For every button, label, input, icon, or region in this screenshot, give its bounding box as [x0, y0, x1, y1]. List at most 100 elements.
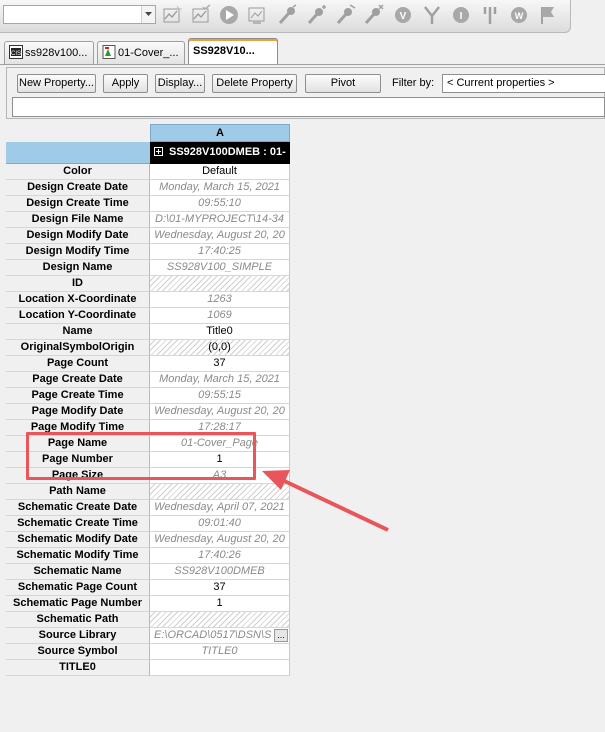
toolbar-combo[interactable]	[3, 5, 156, 24]
property-value[interactable]: 09:01:40	[150, 516, 290, 532]
property-value[interactable]: Monday, March 15, 2021	[150, 372, 290, 388]
property-value[interactable]: D:\01-MYPROJECT\14-34	[150, 212, 290, 228]
table-row[interactable]: Schematic Page Number 1	[6, 596, 290, 612]
table-row[interactable]: Design Modify Time 17:40:25	[6, 244, 290, 260]
table-row[interactable]: Design Create Date Monday, March 15, 2021	[6, 180, 290, 196]
table-row[interactable]: Schematic Path	[6, 612, 290, 628]
table-row[interactable]: Path Name	[6, 484, 290, 500]
table-row[interactable]: Page Modify Date Wednesday, August 20, 20	[6, 404, 290, 420]
voltage-level-icon[interactable]	[421, 4, 443, 26]
tab-property-editor[interactable]: SS928V10...	[188, 38, 278, 65]
property-value[interactable]: TITLE0	[150, 644, 290, 660]
filter-select[interactable]: < Current properties >	[442, 74, 605, 93]
table-row[interactable]: Schematic Modify Date Wednesday, August 2…	[6, 532, 290, 548]
property-name[interactable]: Schematic Path	[6, 612, 150, 628]
property-name[interactable]: Schematic Page Count	[6, 580, 150, 596]
pivot-button[interactable]: Pivot	[305, 74, 381, 93]
chevron-down-icon[interactable]	[141, 6, 155, 23]
table-row[interactable]: Schematic Modify Time 17:40:26	[6, 548, 290, 564]
property-name[interactable]: Schematic Modify Time	[6, 548, 150, 564]
table-row[interactable]: Design Create Time 09:55:10	[6, 196, 290, 212]
property-name[interactable]: Location Y-Coordinate	[6, 308, 150, 324]
graph-icon[interactable]	[161, 4, 183, 26]
property-name[interactable]: Source Symbol	[6, 644, 150, 660]
property-name[interactable]: Page Create Date	[6, 372, 150, 388]
property-value[interactable]: 1	[150, 596, 290, 612]
table-row[interactable]: Page Count 37	[6, 356, 290, 372]
property-value-input[interactable]	[12, 97, 605, 117]
property-value[interactable]: Monday, March 15, 2021	[150, 180, 290, 196]
property-name[interactable]: Schematic Create Date	[6, 500, 150, 516]
v-marker-icon[interactable]: V	[392, 4, 414, 26]
table-row[interactable]: Design File Name D:\01-MYPROJECT\14-34	[6, 212, 290, 228]
property-value[interactable]: Wednesday, April 07, 2021	[150, 500, 290, 516]
table-row[interactable]: ID	[6, 276, 290, 292]
property-value[interactable]: 17:40:25	[150, 244, 290, 260]
play-icon[interactable]	[218, 4, 240, 26]
property-value[interactable]: (0,0)	[150, 340, 290, 356]
property-value[interactable]: 37	[150, 356, 290, 372]
table-row[interactable]: Page Create Date Monday, March 15, 2021	[6, 372, 290, 388]
property-value[interactable]: E:\ORCAD\0517\DSN\S...	[150, 628, 290, 644]
table-row[interactable]: Source Library E:\ORCAD\0517\DSN\S...	[6, 628, 290, 644]
property-name[interactable]: Color	[6, 164, 150, 180]
tab-cover-page[interactable]: 01-Cover_...	[97, 41, 185, 64]
delete-property-button[interactable]: Delete Property	[212, 74, 297, 93]
property-name[interactable]: Path Name	[6, 484, 150, 500]
new-property-button[interactable]: New Property...	[17, 74, 96, 93]
w-marker-icon[interactable]: W	[508, 4, 530, 26]
property-name[interactable]: Schematic Page Number	[6, 596, 150, 612]
property-value[interactable]: 1263	[150, 292, 290, 308]
probe-add-icon[interactable]	[305, 4, 327, 26]
table-row[interactable]: Design Name SS928V100_SIMPLE	[6, 260, 290, 276]
property-value[interactable]: 1069	[150, 308, 290, 324]
property-value[interactable]: 09:55:10	[150, 196, 290, 212]
property-name[interactable]: Name	[6, 324, 150, 340]
property-name[interactable]: Page Modify Date	[6, 404, 150, 420]
display-button[interactable]: Display...	[155, 74, 205, 93]
property-value[interactable]: 17:40:26	[150, 548, 290, 564]
table-row[interactable]: Source Symbol TITLE0	[6, 644, 290, 660]
probe-delete-icon[interactable]	[362, 4, 384, 26]
table-row[interactable]: Color Default	[6, 164, 290, 180]
property-value[interactable]: Wednesday, August 20, 20	[150, 404, 290, 420]
table-row[interactable]: Schematic Create Date Wednesday, April 07…	[6, 500, 290, 516]
property-value[interactable]: Title0	[150, 324, 290, 340]
property-name[interactable]: Design File Name	[6, 212, 150, 228]
table-row[interactable]: OriginalSymbolOrigin (0,0)	[6, 340, 290, 356]
property-name[interactable]: ID	[6, 276, 150, 292]
property-value[interactable]	[150, 612, 290, 628]
table-row[interactable]: Location Y-Coordinate 1069	[6, 308, 290, 324]
property-value[interactable]: 09:55:15	[150, 388, 290, 404]
property-name[interactable]: Design Name	[6, 260, 150, 276]
flag-icon[interactable]	[537, 4, 559, 26]
property-name[interactable]: Design Modify Time	[6, 244, 150, 260]
property-name[interactable]: Location X-Coordinate	[6, 292, 150, 308]
table-row[interactable]: Schematic Page Count 37	[6, 580, 290, 596]
property-name[interactable]: Design Create Date	[6, 180, 150, 196]
table-row[interactable]: Name Title0	[6, 324, 290, 340]
probe-edit-icon[interactable]	[334, 4, 356, 26]
table-row[interactable]: Design Modify Date Wednesday, August 20, …	[6, 228, 290, 244]
table-row[interactable]: TITLE0	[6, 660, 290, 676]
property-value[interactable]: Wednesday, August 20, 20	[150, 228, 290, 244]
property-value[interactable]: Wednesday, August 20, 20	[150, 532, 290, 548]
property-value[interactable]	[150, 276, 290, 292]
property-name[interactable]: OriginalSymbolOrigin	[6, 340, 150, 356]
table-row[interactable]: Schematic Name SS928V100DMEB	[6, 564, 290, 580]
browse-ellipsis-button[interactable]: ...	[274, 629, 288, 642]
current-level-icon[interactable]	[479, 4, 501, 26]
table-row[interactable]: Schematic Create Time 09:01:40	[6, 516, 290, 532]
property-name[interactable]: Page Create Time	[6, 388, 150, 404]
property-name[interactable]: Page Count	[6, 356, 150, 372]
property-value[interactable]: SS928V100_SIMPLE	[150, 260, 290, 276]
property-value[interactable]	[150, 660, 290, 676]
probe-icon[interactable]	[276, 4, 298, 26]
property-name[interactable]: Schematic Name	[6, 564, 150, 580]
apply-button[interactable]: Apply	[103, 74, 148, 93]
property-name[interactable]: Schematic Create Time	[6, 516, 150, 532]
property-value[interactable]	[150, 484, 290, 500]
property-value[interactable]: SS928V100DMEB	[150, 564, 290, 580]
i-marker-icon[interactable]: I	[450, 4, 472, 26]
property-value[interactable]: Default	[150, 164, 290, 180]
